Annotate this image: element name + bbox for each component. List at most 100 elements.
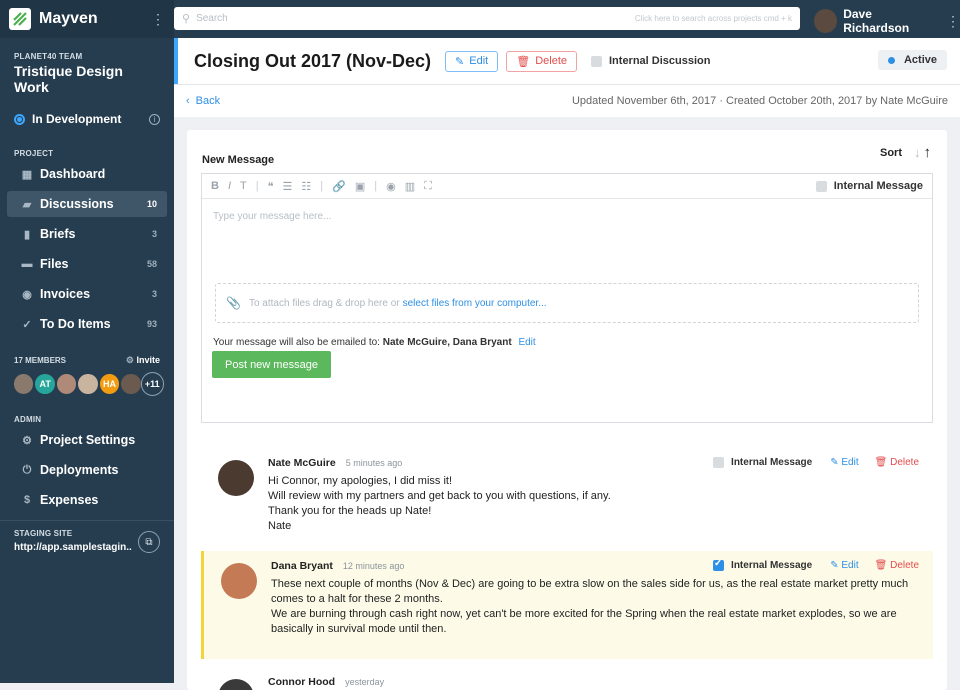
numbered-list-icon[interactable]: ☷ bbox=[301, 180, 311, 193]
sort-asc-icon[interactable]: ↑ bbox=[924, 144, 932, 161]
avatar[interactable] bbox=[76, 372, 100, 396]
delete-label: Delete bbox=[890, 560, 919, 571]
team-label: PLANET40 TEAM bbox=[14, 52, 83, 61]
avatar[interactable] bbox=[218, 679, 254, 690]
avatar[interactable] bbox=[221, 563, 257, 599]
nav-deployments[interactable]: ⏻ Deployments bbox=[7, 457, 167, 483]
edit-label: Edit bbox=[841, 560, 859, 571]
message-textarea[interactable]: Type your message here... bbox=[202, 199, 932, 283]
edit-message-button[interactable]: ✎ Edit bbox=[830, 560, 858, 571]
nav-project-settings[interactable]: ⚙ Project Settings bbox=[7, 427, 167, 453]
trash-icon: 🗑 bbox=[874, 457, 888, 468]
user-menu[interactable]: Dave Richardson ⋮ bbox=[814, 7, 960, 35]
user-menu-icon[interactable]: ⋮ bbox=[946, 13, 960, 30]
select-files-link[interactable]: select files from your computer... bbox=[403, 298, 547, 309]
avatar[interactable]: HA bbox=[97, 372, 122, 396]
italic-icon[interactable]: I bbox=[228, 180, 231, 192]
more-members-button[interactable]: +11 bbox=[140, 372, 164, 396]
message-line: Nate bbox=[268, 520, 292, 532]
dollar-icon: $ bbox=[23, 494, 31, 506]
internal-message-checkbox[interactable] bbox=[713, 457, 725, 468]
internal-message-toggle[interactable]: Internal Message bbox=[713, 457, 812, 468]
dashboard-icon: ▦ bbox=[21, 168, 33, 181]
search-input[interactable]: ⚲ Search Click here to search across pro… bbox=[174, 7, 800, 30]
sidebar-header: Mayven ⋮ bbox=[0, 0, 174, 38]
app-menu-icon[interactable]: ⋮ bbox=[151, 11, 165, 28]
avatar[interactable] bbox=[119, 372, 143, 396]
message-editor: B I T | ❝ ☰ ☷ | 🔗 ▣ | ◉ ▥ ⛶ Internal Mes… bbox=[201, 173, 933, 423]
nav-dashboard[interactable]: ▦ Dashboard bbox=[7, 161, 167, 187]
internal-message-checkbox[interactable] bbox=[815, 180, 827, 192]
search-hint: Click here to search across projects cmd… bbox=[634, 14, 792, 23]
post-message-button[interactable]: Post new message bbox=[212, 351, 331, 378]
nav-label: Files bbox=[40, 257, 69, 271]
nav-count: 10 bbox=[146, 199, 157, 209]
internal-message-label: Internal Message bbox=[731, 457, 813, 468]
file-dropzone[interactable]: 📎 To attach files drag & drop here or se… bbox=[215, 283, 919, 323]
subbar: ‹ Back Updated November 6th, 2017 · Creat… bbox=[174, 84, 960, 117]
message-item: Dana Bryant 12 minutes ago Internal Messa… bbox=[201, 551, 933, 659]
avatar bbox=[814, 9, 838, 33]
message-time: yesterday bbox=[345, 677, 385, 687]
link-icon[interactable]: 🔗 bbox=[332, 180, 346, 193]
avatar[interactable] bbox=[12, 372, 36, 396]
edit-label: Edit bbox=[469, 55, 489, 67]
author-name[interactable]: Dana Bryant bbox=[271, 560, 333, 572]
project-status[interactable]: In Development i bbox=[0, 95, 174, 126]
info-icon[interactable]: i bbox=[149, 113, 160, 125]
nav-expenses[interactable]: $ Expenses bbox=[7, 487, 167, 513]
sort-desc-icon[interactable]: ↓ bbox=[914, 145, 921, 160]
internal-message-label: Internal Message bbox=[833, 180, 923, 192]
delete-message-button[interactable]: 🗑 Delete bbox=[875, 457, 919, 468]
internal-discussion-checkbox[interactable] bbox=[591, 55, 602, 67]
edit-button[interactable]: ✎ Edit bbox=[445, 50, 499, 72]
message-line: Hi Connor, my apologies, I did miss it! bbox=[268, 475, 453, 487]
fullscreen-icon[interactable]: ⛶ bbox=[424, 180, 432, 193]
sort-control[interactable]: Sort ↓ ↑ bbox=[880, 144, 931, 161]
nav-briefs[interactable]: ▮ Briefs 3 bbox=[7, 221, 167, 247]
divider: | bbox=[320, 180, 324, 192]
project-section-label: PROJECT bbox=[14, 149, 54, 158]
delete-label: Delete bbox=[535, 55, 567, 67]
nav-invoices[interactable]: ◉ Invoices 3 bbox=[7, 281, 167, 307]
heading-icon[interactable]: T bbox=[240, 180, 247, 192]
avatar[interactable]: AT bbox=[33, 372, 57, 396]
status-badge[interactable]: Active bbox=[877, 50, 947, 70]
nav-discussions[interactable]: ▰ Discussions 10 bbox=[7, 191, 167, 217]
pencil-icon: ✎ bbox=[830, 560, 839, 571]
delete-button[interactable]: 🗑 Delete bbox=[506, 50, 577, 72]
image-icon[interactable]: ▣ bbox=[355, 180, 365, 193]
bold-icon[interactable]: B bbox=[211, 180, 219, 192]
avatar[interactable] bbox=[54, 372, 79, 396]
avatar[interactable] bbox=[218, 460, 254, 496]
delete-message-button[interactable]: 🗑 Delete bbox=[875, 560, 919, 571]
staging-url[interactable]: http://app.samplestagin... bbox=[14, 542, 132, 553]
nav-files[interactable]: ▬ Files 58 bbox=[7, 251, 167, 277]
copy-icon[interactable]: ⧉ bbox=[138, 531, 160, 553]
internal-message-checkbox[interactable] bbox=[713, 558, 725, 571]
members-label: 17 MEMBERS bbox=[14, 356, 67, 365]
search-placeholder: Search bbox=[196, 13, 228, 24]
internal-message-toggle[interactable]: Internal Message bbox=[713, 558, 812, 571]
members-header: 17 MEMBERS ⚙ Invite bbox=[0, 355, 174, 366]
nav-todo[interactable]: ✓ To Do Items 93 bbox=[7, 311, 167, 337]
staging-site: STAGING SITE http://app.samplestagin... … bbox=[0, 520, 174, 561]
preview-eye-icon[interactable]: ◉ bbox=[386, 180, 396, 193]
mayven-logo-icon[interactable] bbox=[9, 8, 31, 30]
sort-label: Sort bbox=[880, 146, 902, 159]
author-name[interactable]: Connor Hood bbox=[268, 676, 335, 688]
edit-message-button[interactable]: ✎ Edit bbox=[830, 457, 858, 468]
message-line: Thank you for the heads up Nate! bbox=[268, 505, 432, 517]
edit-recipients-link[interactable]: Edit bbox=[518, 337, 535, 348]
bullet-list-icon[interactable]: ☰ bbox=[283, 180, 293, 193]
internal-message-toggle[interactable]: Internal Message bbox=[815, 180, 923, 192]
divider: | bbox=[255, 180, 259, 192]
back-link[interactable]: ‹ Back bbox=[186, 95, 572, 107]
divider: | bbox=[374, 180, 378, 192]
author-name[interactable]: Nate McGuire bbox=[268, 457, 336, 469]
paperclip-icon: 📎 bbox=[226, 296, 241, 310]
quote-icon[interactable]: ❝ bbox=[268, 180, 274, 193]
message-body: These next couple of months (Nov & Dec) … bbox=[271, 577, 911, 637]
invite-button[interactable]: ⚙ Invite bbox=[126, 355, 160, 366]
side-by-side-icon[interactable]: ▥ bbox=[405, 180, 415, 193]
